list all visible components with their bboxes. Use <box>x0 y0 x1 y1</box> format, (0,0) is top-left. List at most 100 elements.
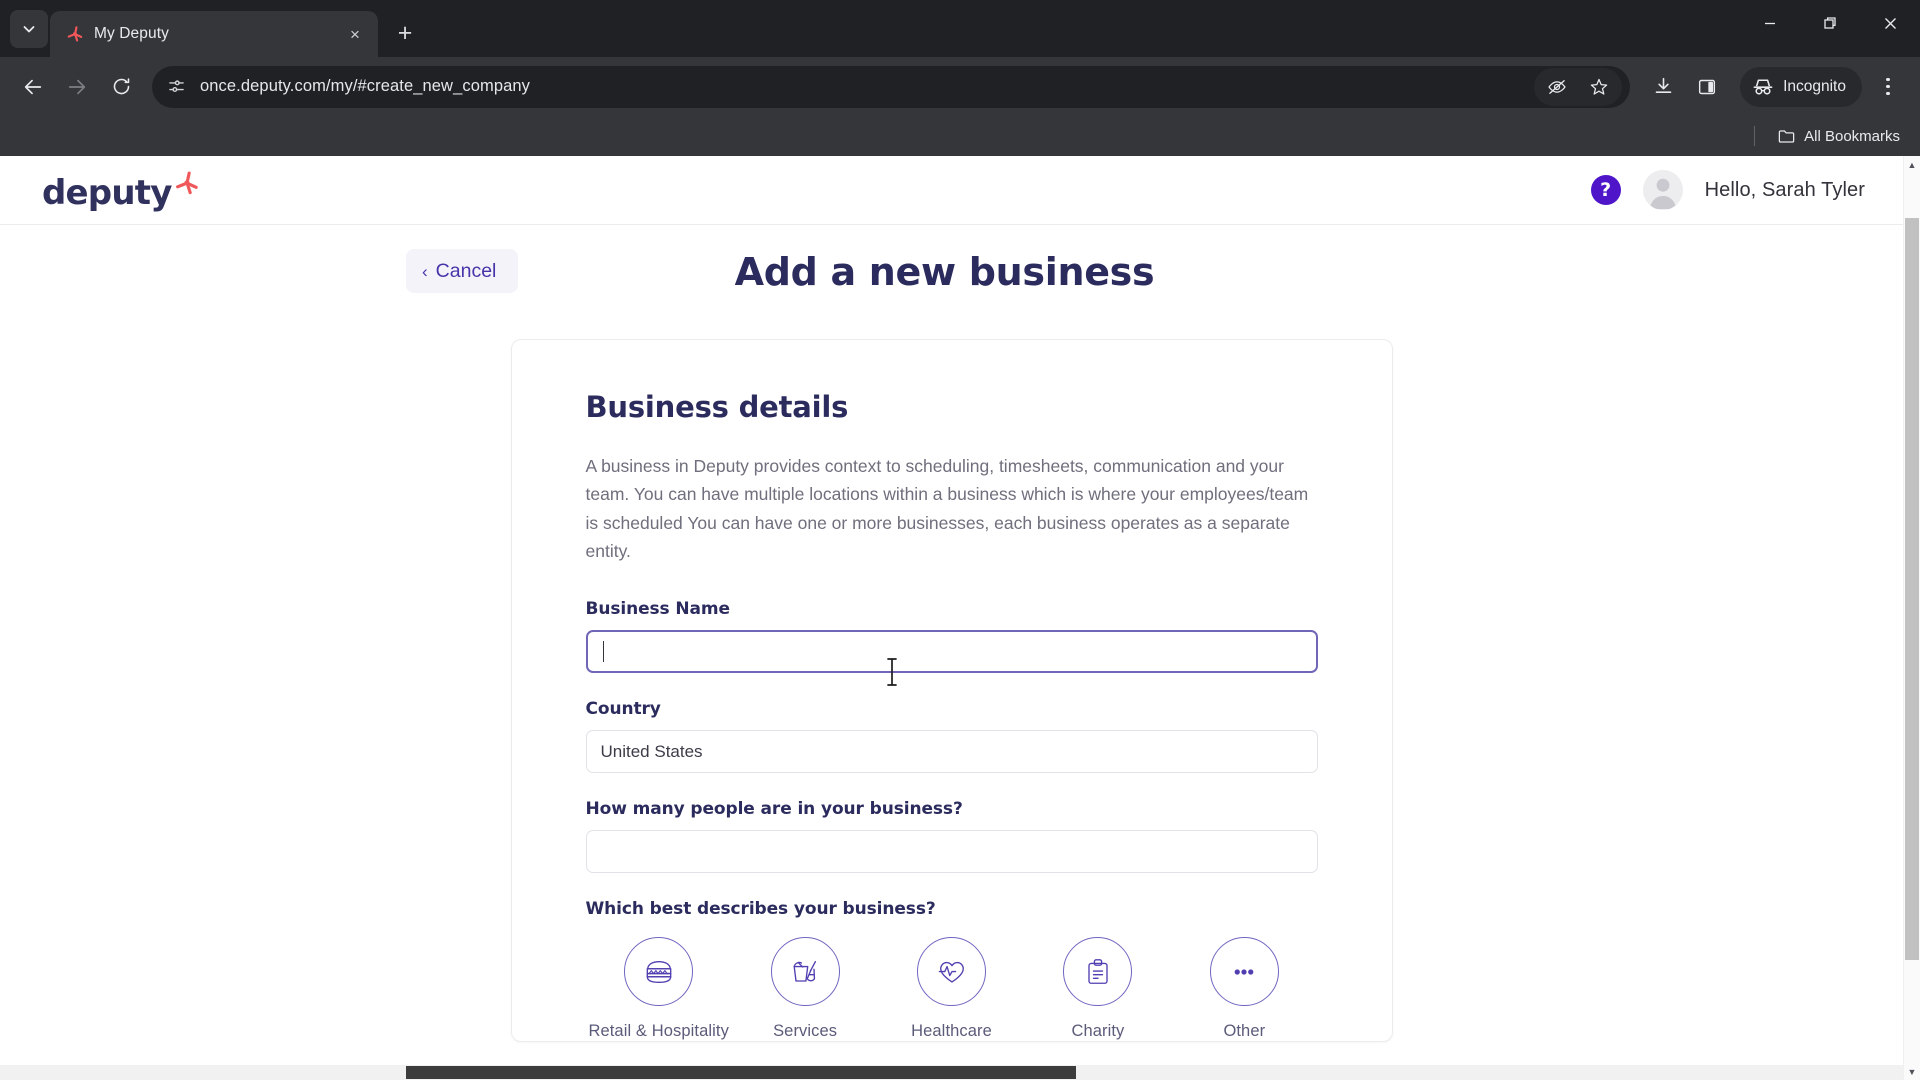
business-category-label: Which best describes your business? <box>585 899 936 920</box>
close-icon <box>1884 17 1896 29</box>
page-title: Add a new business <box>734 250 1155 294</box>
back-button[interactable] <box>12 66 54 108</box>
category-label: Charity <box>1071 1022 1125 1041</box>
scroll-down-arrow[interactable]: ▼ <box>1904 1063 1920 1080</box>
chevron-left-icon: ‹ <box>422 261 428 281</box>
browser-tab-my-deputy[interactable]: My Deputy × <box>50 11 378 57</box>
bucket-mop-icon <box>770 937 840 1007</box>
chevron-down-icon <box>23 26 35 33</box>
deputy-logo-text: deputy <box>42 173 172 213</box>
three-dot-menu-icon <box>1886 77 1890 82</box>
vertical-scrollbar-thumb[interactable] <box>1905 218 1919 960</box>
category-label: Retail & Hospitality <box>588 1022 729 1041</box>
vertical-scrollbar[interactable]: ▲ ▼ <box>1903 156 1920 1080</box>
cancel-button-label: Cancel <box>435 259 497 282</box>
bookmarks-separator <box>1754 126 1756 146</box>
headcount-label: How many people are in your business? <box>585 799 963 820</box>
side-panel-icon <box>1699 79 1716 94</box>
window-minimize-button[interactable] <box>1740 0 1800 46</box>
scroll-up-arrow[interactable]: ▲ <box>1904 156 1920 173</box>
window-maximize-button[interactable] <box>1800 0 1860 46</box>
category-label: Healthcare <box>911 1022 992 1041</box>
reload-icon <box>113 78 129 95</box>
category-option-services[interactable]: Services <box>732 937 878 1041</box>
business-name-label: Business Name <box>585 599 731 620</box>
all-bookmarks-button[interactable]: All Bookmarks <box>1777 127 1900 146</box>
country-input[interactable]: United States <box>585 730 1318 774</box>
site-settings-icon[interactable] <box>160 71 192 103</box>
browser-toolbar: once.deputy.com/my/#create_new_company I… <box>0 57 1920 116</box>
browser-window: My Deputy × + once.deputy.com/my/#create… <box>0 0 1920 1080</box>
restore-icon <box>1824 17 1836 29</box>
eye-slash-icon <box>1548 79 1566 94</box>
tab-close-button[interactable]: × <box>342 21 368 47</box>
reload-button[interactable] <box>100 66 142 108</box>
business-name-input[interactable] <box>585 630 1318 674</box>
web-page: deputy ? Hello, Sarah Tyler ‹ Cancel Add… <box>0 156 1903 1080</box>
page-top-row: ‹ Cancel Add a new business <box>0 249 1903 313</box>
page-viewport: deputy ? Hello, Sarah Tyler ‹ Cancel Add… <box>0 156 1920 1080</box>
text-caret <box>602 641 604 663</box>
help-question-icon[interactable]: ? <box>1590 175 1621 205</box>
deputy-logo-icon <box>66 25 84 43</box>
incognito-indicator[interactable]: Incognito <box>1740 66 1862 107</box>
new-tab-button[interactable]: + <box>388 16 422 50</box>
side-panel-button[interactable] <box>1686 66 1728 108</box>
deputy-star-icon <box>174 170 200 201</box>
tab-search-button[interactable] <box>10 10 48 48</box>
card-heading: Business details <box>585 390 849 424</box>
field-country: Country United States <box>585 699 1318 774</box>
address-bar[interactable]: once.deputy.com/my/#create_new_company <box>152 65 1631 108</box>
deputy-logo[interactable]: deputy <box>42 170 200 210</box>
star-icon <box>1590 78 1608 95</box>
country-value: United States <box>600 741 703 761</box>
page-content: ‹ Cancel Add a new business Business det… <box>0 225 1903 1043</box>
minimize-icon <box>1765 22 1775 25</box>
category-option-charity[interactable]: Charity <box>1025 937 1171 1041</box>
field-headcount: How many people are in your business? <box>585 799 1318 874</box>
window-close-button[interactable] <box>1860 0 1920 46</box>
header-right: ? Hello, Sarah Tyler <box>1590 170 1865 210</box>
user-avatar-icon[interactable] <box>1642 170 1683 210</box>
burger-icon <box>624 937 694 1007</box>
site-header: deputy ? Hello, Sarah Tyler <box>0 156 1903 225</box>
category-option-other[interactable]: Other <box>1171 937 1317 1041</box>
clipboard-icon <box>1063 937 1133 1007</box>
download-icon <box>1655 77 1671 93</box>
address-bar-url: once.deputy.com/my/#create_new_company <box>200 77 531 95</box>
forward-arrow-icon <box>68 79 86 94</box>
tab-strip: My Deputy × + <box>0 0 1920 57</box>
bookmarks-bar: All Bookmarks <box>0 116 1920 156</box>
tab-title: My Deputy <box>94 25 169 42</box>
business-details-card: Business details A business in Deputy pr… <box>510 339 1393 1043</box>
card-description: A business in Deputy provides context to… <box>585 456 1309 562</box>
heart-pulse-icon <box>917 937 987 1007</box>
incognito-hat-icon <box>1753 78 1773 95</box>
browser-menu-button[interactable] <box>1868 67 1908 107</box>
omnibox-actions <box>1534 67 1624 106</box>
field-business-category: Which best describes your business? Reta… <box>586 899 1318 1041</box>
field-business-name: Business Name <box>585 599 1318 674</box>
folder-icon <box>1778 129 1795 143</box>
country-label: Country <box>585 699 661 720</box>
category-option-retail-hospitality[interactable]: Retail & Hospitality <box>586 937 732 1041</box>
headcount-input[interactable] <box>585 830 1318 874</box>
tracking-protection-button[interactable] <box>1538 68 1576 106</box>
forward-button[interactable] <box>56 66 98 108</box>
bookmark-star-button[interactable] <box>1580 68 1618 106</box>
back-arrow-icon <box>24 79 42 94</box>
downloads-button[interactable] <box>1642 66 1684 108</box>
greeting-text: Hello, Sarah Tyler <box>1704 178 1865 201</box>
category-option-healthcare[interactable]: Healthcare <box>878 937 1024 1041</box>
business-category-options: Retail & Hospitality Services Healthcare… <box>586 937 1318 1041</box>
horizontal-scrollbar-thumb[interactable] <box>406 1066 1076 1079</box>
incognito-label: Incognito <box>1783 77 1846 95</box>
horizontal-scrollbar[interactable] <box>0 1065 1903 1080</box>
category-label: Other <box>1223 1022 1266 1041</box>
window-controls <box>1740 0 1920 46</box>
ellipsis-icon <box>1209 937 1279 1007</box>
category-label: Services <box>773 1022 838 1041</box>
all-bookmarks-label: All Bookmarks <box>1804 127 1900 145</box>
omnibox-action-pill <box>1534 67 1623 106</box>
cancel-button[interactable]: ‹ Cancel <box>406 249 519 293</box>
